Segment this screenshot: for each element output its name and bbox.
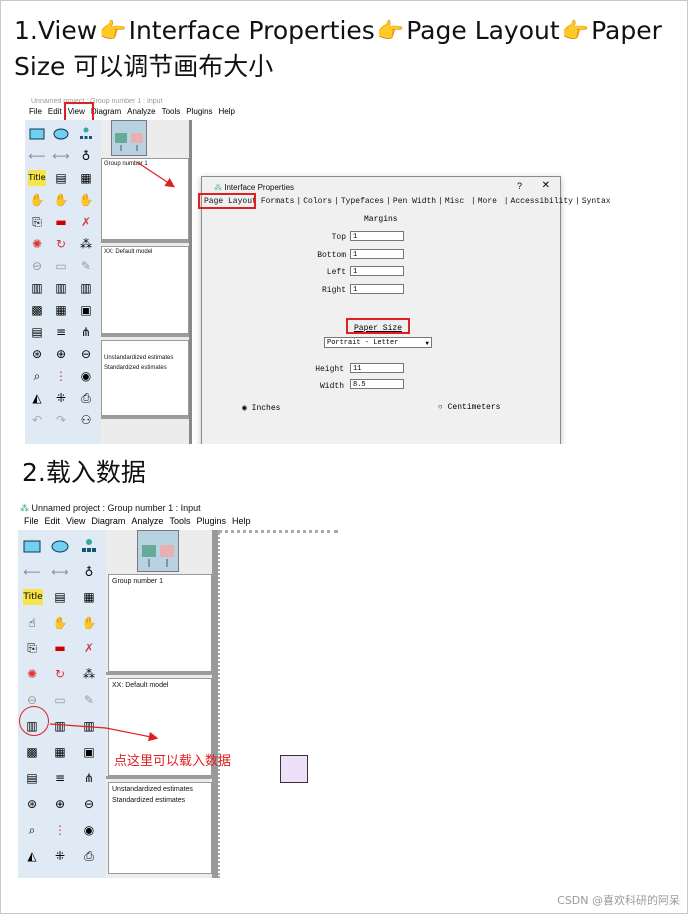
heading-text-interface-properties: Interface Properties (128, 16, 375, 45)
width-label: Width (319, 382, 344, 391)
heading-text-view: 1.View (14, 16, 98, 45)
margins-title: Margins (364, 215, 398, 224)
tab-typefaces[interactable]: Typefaces (339, 197, 386, 206)
help-button[interactable]: ? (517, 181, 522, 191)
margin-left-label: Left (326, 268, 346, 277)
margin-right-label: Right (321, 286, 346, 295)
centimeters-radio[interactable]: ○ Centimeters (438, 403, 500, 412)
inches-label: Inches (251, 404, 281, 413)
margin-right-field[interactable]: 1 (350, 284, 404, 294)
height-label: Height (315, 365, 344, 374)
margin-bottom-field[interactable]: 1 (350, 249, 404, 259)
margin-left-field[interactable]: 1 (350, 266, 404, 276)
tab-formats[interactable]: Formats (259, 197, 297, 206)
hand-pointing-right-icon: 👉 (561, 19, 590, 44)
tab-pen-width[interactable]: Pen Width (391, 197, 438, 206)
tab-misc[interactable]: Misc (443, 197, 466, 206)
tab-accessibility[interactable]: Accessibility (509, 197, 575, 206)
interface-properties-dialog: ⁂ Interface Properties ? ✕ Page Layout Fo… (198, 176, 611, 444)
close-icon[interactable]: ✕ (542, 180, 550, 191)
step2-heading: 2.载入数据 (22, 458, 146, 487)
dialog-title: ⁂ Interface Properties (214, 183, 294, 192)
heading-text-paper: Paper (591, 16, 662, 45)
radio-empty-icon: ○ (438, 403, 443, 412)
tab-colors[interactable]: Colors (301, 197, 334, 206)
height-field[interactable]: 11 (350, 363, 404, 373)
radio-selected-icon: ◉ (242, 404, 247, 413)
width-field[interactable]: 8.5 (350, 379, 404, 389)
tab-syntax[interactable]: Syntax (580, 197, 613, 206)
paper-size-select[interactable]: Portrait - Letter ▼ (324, 337, 432, 348)
annotation-arrows (49, 723, 159, 742)
app-icon: ⁂ (214, 183, 222, 192)
inches-radio[interactable]: ◉ Inches (242, 403, 280, 413)
paper-size-value: Portrait - Letter (327, 339, 399, 347)
hand-pointing-right-icon: 👉 (99, 19, 127, 44)
screenshot-load-data: ⁂ Unnamed project : Group number 1 : Inp… (18, 500, 338, 878)
highlight-page-layout-tab (198, 193, 256, 209)
step1-heading: 1.View👉Interface Properties👉Page Layout👉… (14, 14, 662, 49)
chevron-down-icon: ▼ (425, 340, 429, 347)
centimeters-label: Centimeters (447, 403, 501, 412)
margin-top-label: Top (331, 233, 346, 242)
hand-pointing-right-icon: 👉 (376, 19, 405, 44)
highlight-paper-size (346, 318, 410, 334)
watermark: CSDN @喜欢科研的阿呆 (557, 894, 680, 907)
load-data-annotation: 点这里可以载入数据 (114, 754, 232, 769)
margin-bottom-label: Bottom (317, 251, 346, 260)
step1-heading-line2: Size 可以调节画布大小 (14, 52, 274, 81)
heading-text-page-layout: Page Layout (406, 16, 560, 45)
dialog-title-text: Interface Properties (224, 183, 295, 192)
margin-top-field[interactable]: 1 (350, 231, 404, 241)
screenshot-interface-properties: Unnamed project : Group number 1 : Input… (25, 98, 665, 444)
tab-more[interactable]: More (476, 197, 499, 206)
